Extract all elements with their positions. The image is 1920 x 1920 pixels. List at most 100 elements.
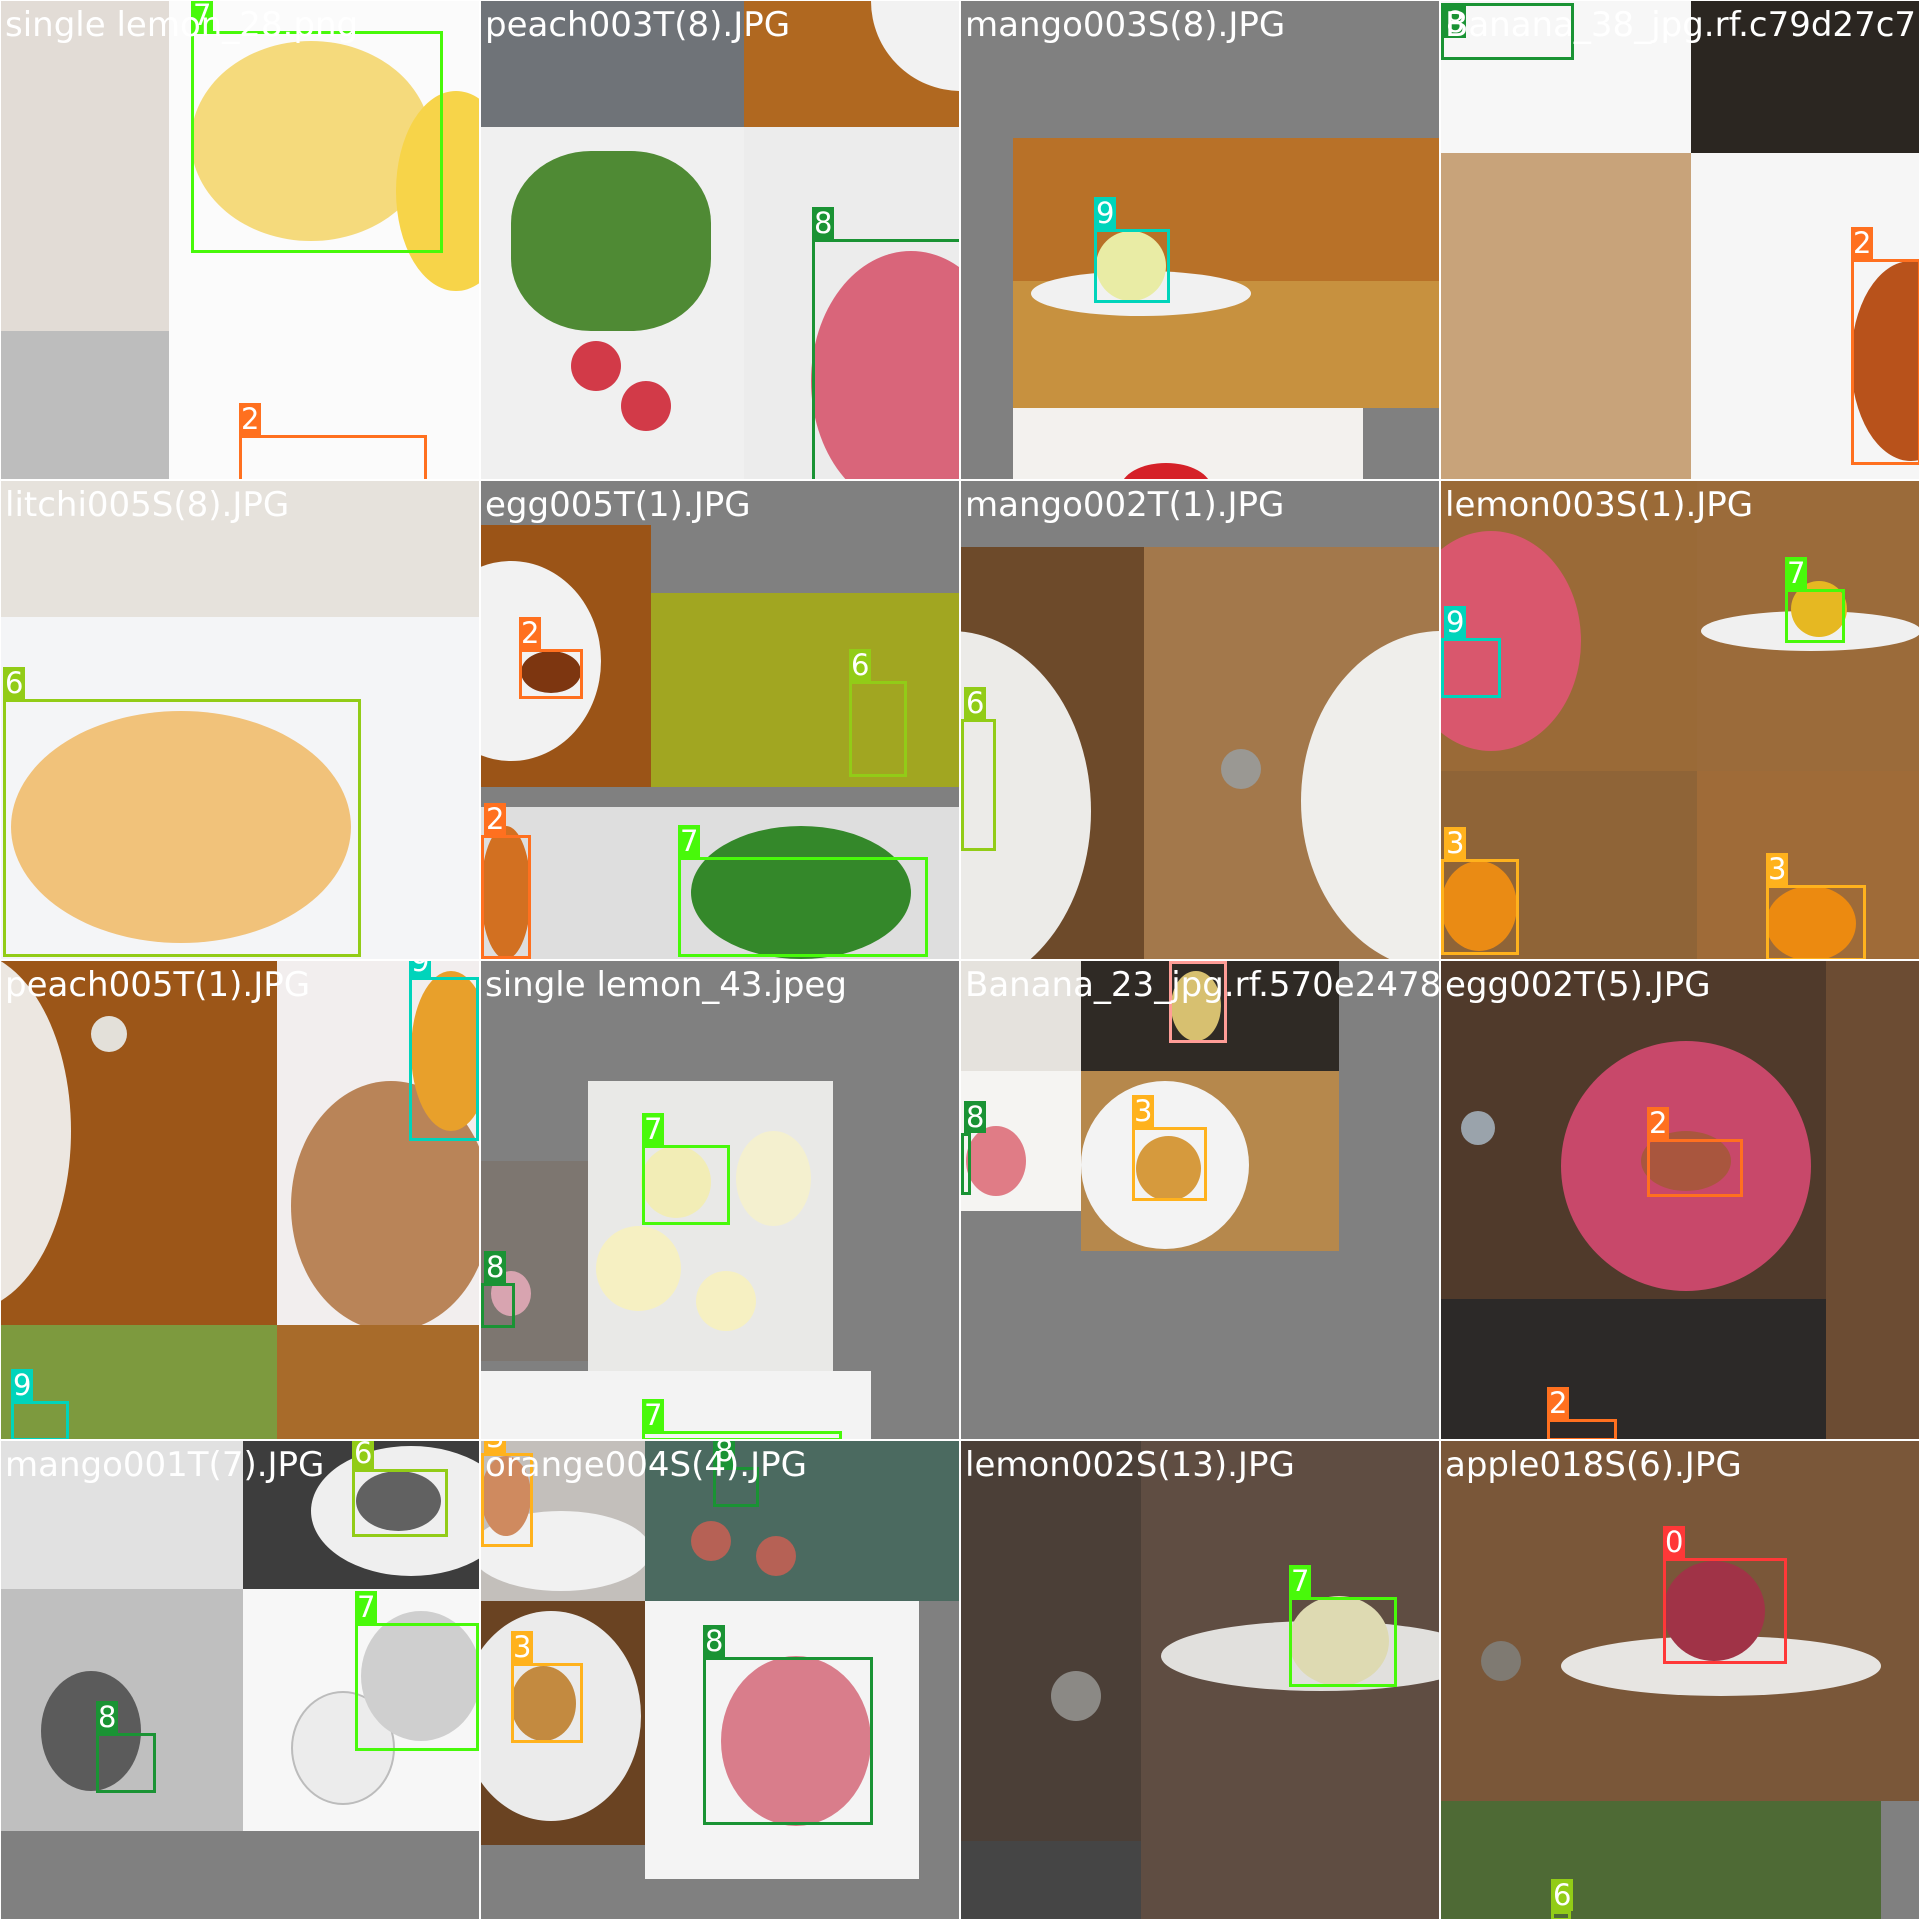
bounding-box: 2	[1851, 227, 1919, 465]
class-label: 7	[642, 1398, 665, 1432]
bounding-box: 6	[849, 649, 907, 777]
bounding-box: 8	[96, 1701, 156, 1793]
tile-peach003T-8: peach003T(8).JPG 8	[481, 1, 959, 479]
bounding-box: 3	[1441, 827, 1519, 955]
shelf-patch	[1, 481, 479, 617]
class-label: 8	[964, 1100, 987, 1134]
class-label: 0	[1663, 1525, 1686, 1559]
bounding-box: 9	[1441, 606, 1501, 698]
bounding-box: 2	[1547, 1387, 1617, 1439]
litchi	[691, 1521, 731, 1561]
tile-litchi005S-8: litchi005S(8).JPG 6	[1, 481, 479, 959]
class-label: 6	[3, 666, 26, 700]
class-label: 8	[703, 1624, 726, 1658]
bounding-box: 3	[481, 1441, 533, 1547]
bounding-box: 8	[713, 1441, 759, 1507]
class-label: 6	[352, 1441, 375, 1469]
lemon-photo	[588, 1081, 833, 1371]
class-label: 2	[1647, 1106, 1670, 1140]
coin	[1481, 1641, 1521, 1681]
tile-lemon002S-13: lemon002S(13).JPG 7	[961, 1441, 1439, 1919]
tile-apple018S-6: apple018S(6).JPG 0 6	[1441, 1441, 1919, 1919]
image-filename: egg005T(1).JPG	[485, 485, 751, 525]
class-label: 7	[1785, 556, 1808, 590]
tile-single-lemon-43: single lemon_43.jpeg 7 8 7	[481, 961, 959, 1439]
mosaic-grid: single lemon_28.png 7 2 peach003T(8).JPG…	[0, 0, 1920, 1920]
tile-orange004S-4: orange004S(4).JPG 3 8 3 8	[481, 1441, 959, 1919]
class-label: 9	[409, 961, 432, 977]
class-label: 8	[1444, 5, 1467, 39]
class-label: 9	[1444, 605, 1467, 639]
bounding-box: 2	[481, 803, 531, 959]
bounding-box: 7	[642, 1113, 730, 1225]
class-label: 3	[484, 1441, 507, 1453]
class-label: 3	[1766, 852, 1789, 886]
bounding-box: 2	[519, 617, 583, 699]
class-label: 7	[678, 824, 701, 858]
tile-egg005T-1: egg005T(1).JPG 2 6 2 7	[481, 481, 959, 959]
white-patch	[481, 1371, 871, 1439]
lemon	[736, 1131, 811, 1226]
tile-lemon003S-1: lemon003S(1).JPG 9 7 3 3	[1441, 481, 1919, 959]
tile-peach005T-1: peach005T(1).JPG 9 9	[1, 961, 479, 1439]
class-label: 8	[484, 1250, 507, 1284]
tile-banana-23: Banana_23_jpg.rf.570e2478 1 3 8	[961, 961, 1439, 1439]
class-label: 2	[1851, 226, 1874, 260]
tile-egg002T-5: egg002T(5).JPG 2 2	[1441, 961, 1919, 1439]
class-label: 2	[484, 802, 507, 836]
bounding-box: 1	[1169, 961, 1227, 1043]
dark-patch	[1691, 1, 1919, 153]
class-label: 9	[11, 1368, 34, 1402]
bounding-box: 7	[355, 1591, 479, 1751]
bounding-box: 6	[3, 667, 361, 957]
class-label: 8	[96, 1700, 119, 1734]
image-filename: single lemon_43.jpeg	[485, 965, 847, 1005]
tile-mango002T-1: mango002T(1).JPG 6	[961, 481, 1439, 959]
class-label: 2	[239, 402, 262, 436]
bounding-box: 6	[1551, 1879, 1574, 1919]
lemon-slice	[596, 1226, 681, 1311]
wood-patch	[277, 1325, 479, 1439]
coin	[1461, 1111, 1495, 1145]
class-label: 8	[713, 1441, 736, 1467]
plate-patch	[961, 961, 1081, 1071]
dark-wood	[1826, 961, 1919, 1439]
tile-mango003S-8: mango003S(8).JPG 9	[961, 1, 1439, 479]
bounding-box: 7	[191, 1, 443, 253]
lemon-slice	[696, 1271, 756, 1331]
coin	[91, 1016, 127, 1052]
bounding-box: 3	[1766, 853, 1866, 959]
bounding-box: 2	[1647, 1107, 1743, 1197]
class-label: 2	[1547, 1386, 1570, 1420]
class-label: 7	[642, 1112, 665, 1146]
litchi	[571, 341, 621, 391]
class-label: 3	[1444, 826, 1467, 860]
bounding-box: 7	[1289, 1565, 1397, 1687]
shelf-photo	[1441, 153, 1691, 479]
bounding-box: 7	[642, 1399, 842, 1439]
bounding-box: 3	[511, 1631, 583, 1743]
bounding-box: 0	[1663, 1526, 1787, 1664]
bounding-box: 8	[481, 1251, 515, 1328]
bounding-box: 9	[409, 961, 479, 1141]
class-label: 2	[519, 616, 542, 650]
bounding-box: 6	[352, 1441, 448, 1537]
bounding-box: 9	[11, 1369, 69, 1439]
bounding-box: 8	[1441, 3, 1574, 60]
image-filename: mango002T(1).JPG	[965, 485, 1285, 525]
bounding-box: 6	[961, 687, 996, 851]
bounding-box: 3	[1132, 1095, 1207, 1201]
coin	[1051, 1671, 1101, 1721]
bounding-box: 9	[1094, 197, 1170, 303]
class-label: 7	[355, 1590, 378, 1624]
mango-pile-photo	[651, 593, 959, 787]
litchi	[756, 1536, 796, 1576]
class-label: 3	[511, 1630, 534, 1664]
class-label: 7	[191, 1, 214, 32]
dark-patch	[961, 1841, 1141, 1919]
class-label: 9	[1094, 196, 1117, 230]
class-label: 6	[1551, 1878, 1574, 1912]
litchi	[621, 381, 671, 431]
class-label: 3	[1132, 1094, 1155, 1128]
bounding-box: 8	[812, 207, 959, 479]
